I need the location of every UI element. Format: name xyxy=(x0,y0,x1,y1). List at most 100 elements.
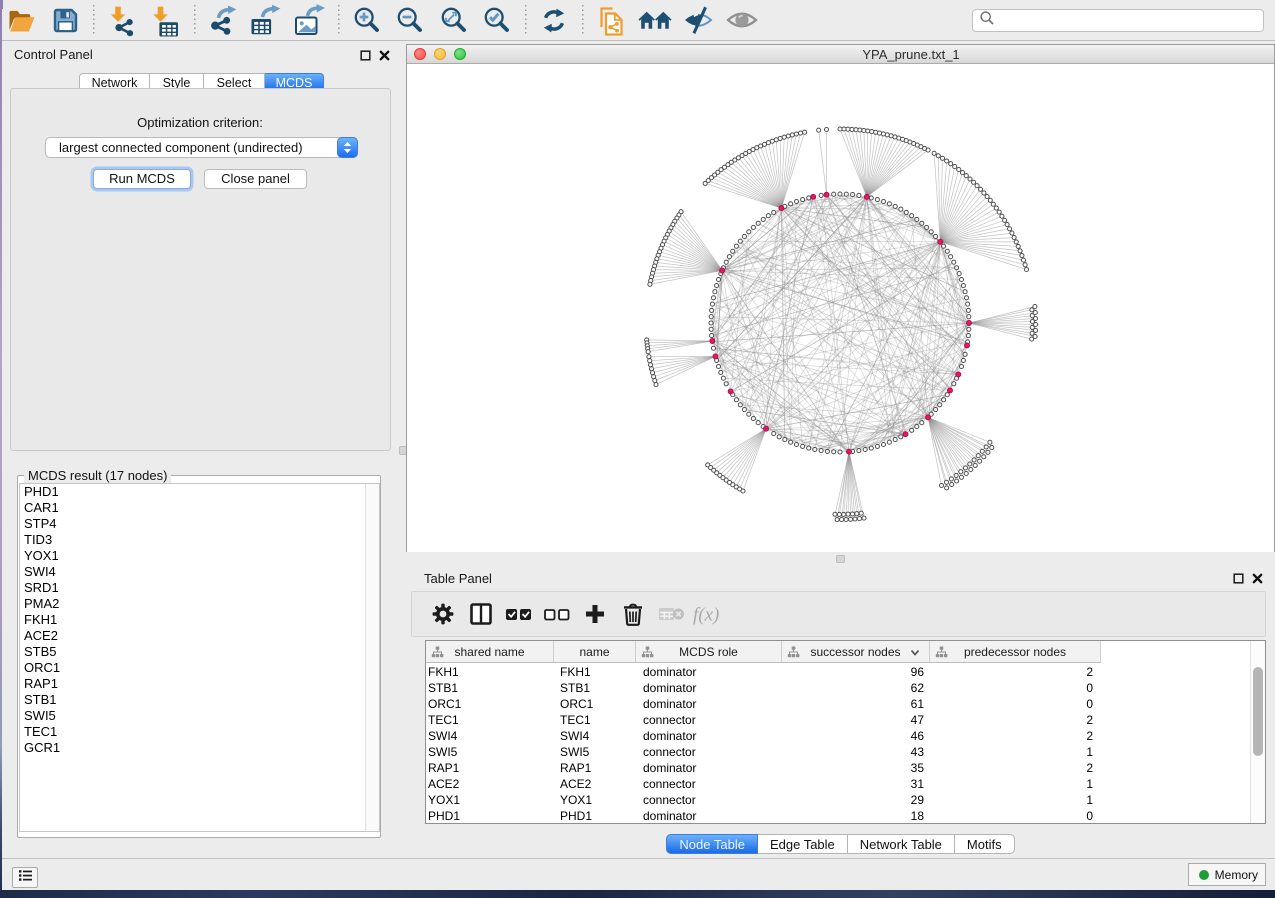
cell: ACE2 xyxy=(560,776,591,792)
zoom-in-button[interactable] xyxy=(345,1,389,39)
zoom-fit-button[interactable] xyxy=(432,1,476,39)
mcds-result-item[interactable]: FKH1 xyxy=(20,612,379,628)
mcds-result-item[interactable]: PMA2 xyxy=(20,596,379,612)
clone-network-icon xyxy=(597,5,625,36)
clone-network-button[interactable] xyxy=(590,1,634,39)
table-row[interactable]: SWI4SWI4dominator462 xyxy=(426,728,1101,744)
hide-selected-button[interactable] xyxy=(677,1,721,39)
mcds-list-scrollbar[interactable] xyxy=(365,484,379,831)
table-scrollbar[interactable] xyxy=(1250,641,1265,823)
run-mcds-button[interactable]: Run MCDS xyxy=(93,169,191,189)
table-row[interactable]: PHD1PHD1dominator180 xyxy=(426,808,1101,824)
table-row[interactable]: FKH1FKH1dominator962 xyxy=(426,664,1101,680)
close-panel-icon[interactable] xyxy=(1252,571,1263,589)
houses-button[interactable] xyxy=(633,1,677,39)
tab-edge-table[interactable]: Edge Table xyxy=(758,834,848,854)
gear-button[interactable] xyxy=(424,596,462,632)
mcds-result-item[interactable]: TEC1 xyxy=(20,724,379,740)
fx-icon: f(x) xyxy=(690,600,728,628)
refresh-button[interactable] xyxy=(533,1,577,39)
toolbar-separator xyxy=(519,5,533,35)
mcds-result-group: MCDS result (17 nodes) PHD1CAR1STP4TID3Y… xyxy=(17,475,381,838)
mcds-result-item[interactable]: GCR1 xyxy=(20,740,379,756)
node-table[interactable]: shared namenameMCDS role successor nodes p… xyxy=(425,640,1266,824)
select-stepper-icon xyxy=(337,137,358,158)
zoom-fit-icon xyxy=(440,6,468,34)
mcds-result-item[interactable]: SWI4 xyxy=(20,564,379,580)
import-network-button[interactable] xyxy=(101,1,145,39)
mcds-result-item[interactable]: SWI5 xyxy=(20,708,379,724)
column-header-predecessor-nodes[interactable]: predecessor nodes xyxy=(930,641,1101,662)
export-table-button[interactable] xyxy=(245,1,289,39)
column-header-shared-name[interactable]: shared name xyxy=(426,641,554,662)
show-all-button[interactable] xyxy=(720,1,764,39)
sort-chevron-icon xyxy=(910,649,920,656)
cell: 61 xyxy=(844,696,924,712)
memory-button[interactable]: Memory xyxy=(1188,863,1266,886)
criterion-select[interactable]: largest connected component (undirected) xyxy=(45,137,358,158)
mcds-result-item[interactable]: CAR1 xyxy=(20,500,379,516)
close-panel-button[interactable]: Close panel xyxy=(204,169,307,189)
checked-boxes-button[interactable] xyxy=(500,596,538,632)
table-row[interactable]: ACE2ACE2connector311 xyxy=(426,776,1101,792)
cell: RAP1 xyxy=(560,760,591,776)
table-row[interactable]: SWI5SWI5connector431 xyxy=(426,744,1101,760)
table-row[interactable]: TEC1TEC1connector472 xyxy=(426,712,1101,728)
mcds-result-item[interactable]: ACE2 xyxy=(20,628,379,644)
columns-button[interactable] xyxy=(462,596,500,632)
save-button[interactable] xyxy=(44,1,88,39)
column-label: successor nodes xyxy=(810,645,900,659)
cell: 0 xyxy=(1013,808,1093,824)
open-folder-button[interactable] xyxy=(0,1,44,39)
export-network-button[interactable] xyxy=(201,1,245,39)
mcds-result-item[interactable]: STP4 xyxy=(20,516,379,532)
column-header-MCDS-role[interactable]: MCDS role xyxy=(636,641,782,662)
table-row[interactable]: STB1STB1dominator620 xyxy=(426,680,1101,696)
mcds-result-item[interactable]: SRD1 xyxy=(20,580,379,596)
tab-node-table[interactable]: Node Table xyxy=(666,834,758,854)
status-menu-button[interactable] xyxy=(12,867,38,888)
trash-button[interactable] xyxy=(614,596,652,632)
import-table-button[interactable] xyxy=(144,1,188,39)
table-row[interactable]: RAP1RAP1dominator352 xyxy=(426,760,1101,776)
control-panel-title: Control Panel xyxy=(14,47,93,62)
network-canvas[interactable] xyxy=(407,65,1274,552)
export-image-button[interactable] xyxy=(288,1,332,39)
table-scrollbar-thumb[interactable] xyxy=(1253,667,1263,756)
unchecked-boxes-button[interactable] xyxy=(538,596,576,632)
table-row[interactable]: ORC1ORC1dominator610 xyxy=(426,696,1101,712)
cell: STB1 xyxy=(428,680,458,696)
network-graph[interactable] xyxy=(407,65,1274,552)
mcds-result-item[interactable]: STB5 xyxy=(20,644,379,660)
tab-motifs[interactable]: Motifs xyxy=(955,834,1015,854)
cell: 0 xyxy=(1013,680,1093,696)
column-header-name[interactable]: name xyxy=(554,641,636,662)
table-row[interactable]: YOX1YOX1connector291 xyxy=(426,792,1101,808)
cell: 2 xyxy=(1013,760,1093,776)
svg-text:f(x): f(x) xyxy=(693,605,719,626)
network-window-titlebar[interactable]: YPA_prune.txt_1 xyxy=(407,45,1274,64)
column-header-successor-nodes[interactable]: successor nodes xyxy=(782,641,930,662)
mcds-result-item[interactable]: ORC1 xyxy=(20,660,379,676)
network-window: YPA_prune.txt_1 xyxy=(406,44,1275,552)
org-chart-icon xyxy=(787,646,800,658)
zoom-out-button[interactable] xyxy=(389,1,433,39)
cell: dominator xyxy=(643,696,696,712)
mcds-result-list[interactable]: PHD1CAR1STP4TID3YOX1SWI4SRD1PMA2FKH1ACE2… xyxy=(19,483,380,832)
cell: SWI5 xyxy=(428,744,457,760)
horizontal-splitter-grip[interactable] xyxy=(836,555,845,563)
close-panel-icon[interactable] xyxy=(379,48,390,66)
search-input[interactable] xyxy=(972,9,1264,32)
mcds-result-item[interactable]: YOX1 xyxy=(20,548,379,564)
mcds-result-item[interactable]: STB1 xyxy=(20,692,379,708)
tab-network-table[interactable]: Network Table xyxy=(848,834,955,854)
zoom-out-icon xyxy=(396,6,424,34)
plus-button[interactable] xyxy=(576,596,614,632)
float-window-icon[interactable] xyxy=(1233,571,1244,589)
export-network-icon xyxy=(206,4,240,36)
mcds-result-item[interactable]: RAP1 xyxy=(20,676,379,692)
mcds-result-item[interactable]: TID3 xyxy=(20,532,379,548)
zoom-selected-button[interactable] xyxy=(476,1,520,39)
mcds-result-item[interactable]: PHD1 xyxy=(20,484,379,500)
float-window-icon[interactable] xyxy=(360,48,371,66)
